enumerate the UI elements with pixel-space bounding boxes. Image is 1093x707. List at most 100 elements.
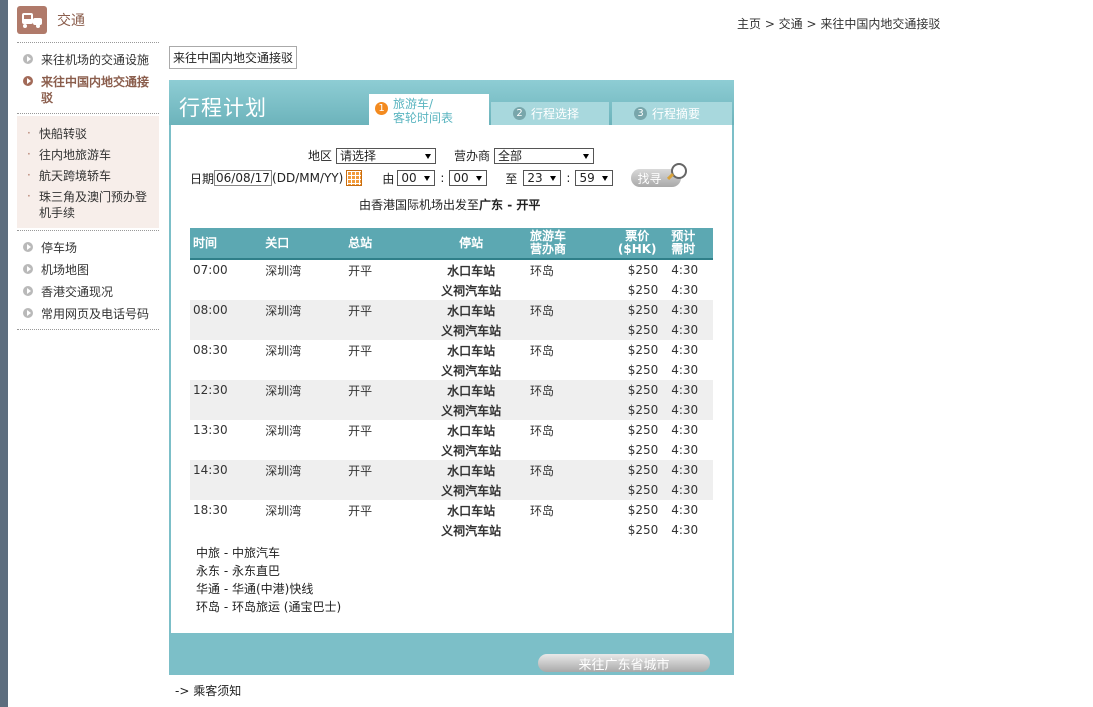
cell-time: 12:30 [190,380,256,400]
cell-fare: $250 [627,263,659,277]
arrow-bullet-icon [23,54,33,64]
cell-checkpoint: 深圳湾 [255,380,346,400]
to-minute-select[interactable]: 59 [575,170,614,186]
table-row: 义祠汽车站 $250 4:30 [190,480,713,500]
cell-duration: 4:30 [671,363,699,377]
cell-terminal: 开平 [348,423,373,438]
time-colon: : [566,171,571,185]
date-time-row: 日期 06/08/17 (DD/MM/YY) 由 00 : 00 至 23 : … [190,163,688,187]
cell-duration: 4:30 [668,400,713,420]
submenu-item-coach[interactable]: 往内地旅游车 [17,145,159,166]
operator-label: 营办商 [454,149,491,163]
table-row: 义祠汽车站 $250 4:30 [190,520,713,540]
guangdong-cities-button[interactable]: 来往广东省城市 [538,654,710,673]
passenger-notice-link[interactable]: -> 乘客须知 [175,682,241,699]
section-title: 交通 [57,13,85,29]
cell-terminal: 开平 [345,380,416,400]
cell-time: 13:30 [193,423,228,437]
col-operator: 旅游车 营办商 [526,228,607,260]
cell-time: 08:30 [193,343,228,357]
tab-trip-summary[interactable]: 3 行程摘要 [612,102,732,125]
tab-trip-selection[interactable]: 2 行程选择 [491,102,609,125]
from-minute-select[interactable]: 00 [449,170,488,186]
calendar-icon[interactable] [346,170,363,186]
search-button[interactable]: 找寻 [631,163,688,187]
cell-operator: 环岛 [526,460,607,480]
cell-duration: 4:30 [671,423,699,437]
cell-fare: $250 [606,460,669,480]
panel-header: 行程计划 1 旅游车/ 客轮时间表 2 行程选择 3 行程摘要 [169,80,734,125]
cell-fare: $250 [606,380,669,400]
cell-duration: 4:30 [671,503,699,517]
from-hour-select[interactable]: 00 [397,170,436,186]
cell-stop[interactable]: 义祠汽车站 [415,320,527,340]
date-input[interactable]: 06/08/17 [214,170,273,186]
tab-schedule[interactable]: 1 旅游车/ 客轮时间表 [369,94,489,125]
sidebar-item-map[interactable]: 机场地图 [17,259,159,281]
table-row: 18:30 深圳湾 开平 水口车站 环岛 $250 4:30 [190,500,713,520]
route-summary: 由香港国际机场出发至广东 - 开平 [359,198,541,212]
to-hour-select[interactable]: 23 [523,170,562,186]
cell-stop[interactable]: 水口车站 [415,259,527,280]
cell-stop[interactable]: 水口车站 [415,420,527,440]
cell-stop[interactable]: 水口车站 [415,380,527,400]
cell-stop[interactable]: 义祠汽车站 [415,480,527,500]
cell-checkpoint: 深圳湾 [265,343,302,358]
cell-stop[interactable]: 水口车站 [415,300,527,320]
sidebar-item-traffic[interactable]: 香港交通现况 [17,281,159,303]
section-header: 交通 [17,6,85,34]
cell-operator: 环岛 [529,343,554,358]
cell-stop[interactable]: 义祠汽车站 [415,520,527,540]
cell-checkpoint: 深圳湾 [265,423,302,438]
table-row: 义祠汽车站 $250 4:30 [190,440,713,460]
table-row: 义祠汽车站 $250 4:30 [190,320,713,340]
cell-stop[interactable]: 水口车站 [415,340,527,360]
submenu-item-checkin[interactable]: 珠三角及澳门预办登机手续 [17,187,159,224]
cell-stop[interactable]: 义祠汽车站 [415,400,527,420]
cell-checkpoint: 深圳湾 [265,503,302,518]
cell-duration: 4:30 [668,380,713,400]
col-duration: 预计 需时 [668,228,713,260]
table-row: 08:30 深圳湾 开平 水口车站 环岛 $250 4:30 [190,340,713,360]
from-label: 由 [382,171,395,186]
operator-select[interactable]: 全部 [494,147,595,164]
panel-title: 行程计划 [179,96,267,120]
cell-stop[interactable]: 水口车站 [415,500,527,520]
submenu-item-ferry[interactable]: 快船转驳 [17,124,159,145]
cell-fare: $250 [627,343,659,357]
table-header-row: 时间 关口 总站 停站 旅游车 营办商 票价 ($HK) 预计 需时 [190,228,713,260]
cell-duration: 4:30 [671,523,699,537]
region-select[interactable]: 请选择 [336,147,437,164]
cell-stop[interactable]: 义祠汽车站 [415,440,527,460]
col-terminal: 总站 [345,228,416,260]
to-label: 至 [505,171,518,186]
cell-duration: 4:30 [668,460,713,480]
sidebar-item-links[interactable]: 常用网页及电话号码 [17,303,159,325]
cell-stop[interactable]: 义祠汽车站 [415,360,527,380]
cell-duration: 4:30 [671,283,699,297]
submenu: 快船转驳 往内地旅游车 航天跨境轿车 珠三角及澳门预办登机手续 [17,116,159,228]
left-edge-bar [0,0,8,707]
region-label: 地区 [308,149,333,163]
sidebar-item-mainland-transport[interactable]: 来往中国内地交通接驳 [17,71,159,109]
sidebar-nav: 来往机场的交通设施 来往中国内地交通接驳 快船转驳 往内地旅游车 航天跨境轿车 … [17,42,159,330]
dropdown-arrow-icon [550,176,557,181]
cell-stop[interactable]: 义祠汽车站 [415,280,527,300]
cell-duration: 4:30 [671,263,699,277]
sidebar-item-airport-transport[interactable]: 来往机场的交通设施 [17,49,159,71]
submenu-item-limo[interactable]: 航天跨境轿车 [17,166,159,187]
dropdown-arrow-icon [602,176,609,181]
table-row: 义祠汽车站 $250 4:30 [190,280,713,300]
date-label: 日期 [190,171,215,186]
breadcrumb[interactable]: 主页 > 交通 > 来往中国内地交通接驳 [737,15,940,32]
cell-terminal: 开平 [345,300,416,320]
cell-operator: 环岛 [529,263,554,278]
arrow-bullet-icon [23,308,33,318]
cell-checkpoint: 深圳湾 [265,263,302,278]
sidebar-item-parking[interactable]: 停车场 [17,237,159,259]
cell-time: 07:00 [193,263,228,277]
cell-fare: $250 [627,503,659,517]
cell-stop[interactable]: 水口车站 [415,460,527,480]
arrow-bullet-icon [23,286,33,296]
cell-checkpoint: 深圳湾 [255,300,346,320]
